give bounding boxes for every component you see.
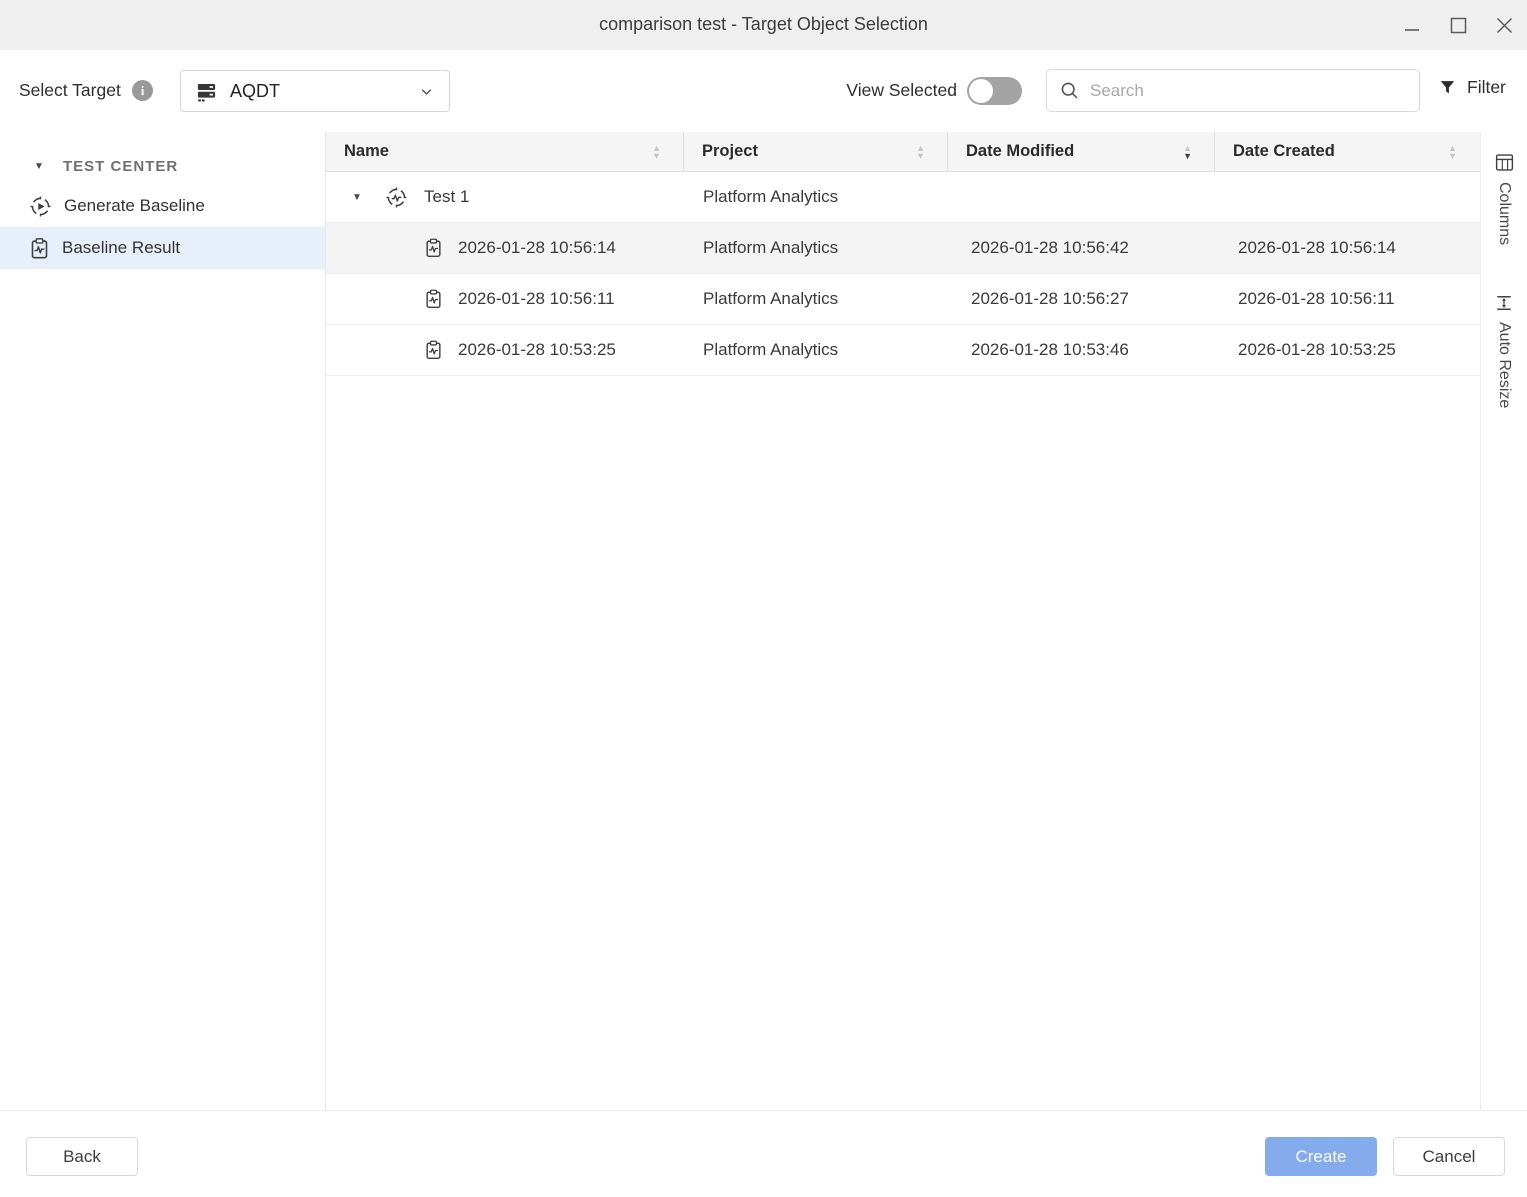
sidebar-item-label: Generate Baseline <box>64 196 205 216</box>
cell-date-modified: 2026-01-28 10:56:42 <box>948 223 1215 273</box>
window-title: comparison test - Target Object Selectio… <box>0 14 1527 35</box>
filter-button[interactable]: Filter <box>1438 77 1506 98</box>
cell-project: Platform Analytics <box>684 325 948 375</box>
cell-date-created <box>1215 172 1479 222</box>
cell-project: Platform Analytics <box>684 274 948 324</box>
footer-bar: Back Create Cancel <box>0 1111 1527 1197</box>
chevron-down-icon <box>418 83 435 100</box>
auto-resize-button[interactable]: Auto Resize <box>1481 293 1527 408</box>
window-controls <box>1401 0 1515 50</box>
table-row[interactable]: 2026-01-28 10:56:11 Platform Analytics 2… <box>326 274 1480 325</box>
auto-resize-label: Auto Resize <box>1495 322 1513 408</box>
cell-date-created: 2026-01-28 10:56:11 <box>1215 274 1479 324</box>
baseline-result-icon <box>424 237 443 259</box>
columns-label: Columns <box>1495 182 1513 245</box>
column-header-date-modified[interactable]: Date Modified ▲▼ <box>948 132 1215 171</box>
title-bar: comparison test - Target Object Selectio… <box>0 0 1527 50</box>
cancel-button[interactable]: Cancel <box>1393 1137 1505 1176</box>
column-label: Name <box>344 142 389 161</box>
baseline-result-icon <box>424 288 443 310</box>
tree-root-label: TEST CENTER <box>63 158 178 175</box>
table-tools-strip: Columns Auto Resize <box>1480 132 1527 1110</box>
filter-icon <box>1438 78 1457 97</box>
auto-resize-icon <box>1494 293 1514 313</box>
info-icon[interactable]: i <box>132 80 153 101</box>
sidebar-item-test-center[interactable]: ▼ TEST CENTER <box>0 148 325 185</box>
search-icon <box>1059 80 1080 101</box>
cell-date-created: 2026-01-28 10:56:14 <box>1215 223 1479 273</box>
close-icon[interactable] <box>1493 14 1515 36</box>
server-stack-icon <box>195 80 218 103</box>
sidebar-item-baseline-result[interactable]: Baseline Result <box>0 227 325 269</box>
table-row[interactable]: 2026-01-28 10:56:14 Platform Analytics 2… <box>326 223 1480 274</box>
baseline-result-icon <box>29 237 50 260</box>
table-header: Name ▲▼ Project ▲▼ Date Modified ▲▼ Date… <box>326 132 1480 172</box>
column-header-project[interactable]: Project ▲▼ <box>684 132 948 171</box>
search-input[interactable] <box>1090 81 1390 101</box>
table-row[interactable]: 2026-01-28 10:53:25 Platform Analytics 2… <box>326 325 1480 376</box>
filter-label: Filter <box>1467 77 1506 98</box>
columns-button[interactable]: Columns <box>1481 152 1527 245</box>
expand-caret-icon[interactable]: ▼ <box>352 192 366 203</box>
caret-down-icon[interactable]: ▼ <box>34 161 48 172</box>
sidebar-item-generate-baseline[interactable]: Generate Baseline <box>0 185 325 227</box>
cell-project: Platform Analytics <box>684 172 948 222</box>
results-table: Name ▲▼ Project ▲▼ Date Modified ▲▼ Date… <box>326 132 1480 1110</box>
column-header-name[interactable]: Name ▲▼ <box>326 132 684 171</box>
cell-name: Test 1 <box>424 187 469 207</box>
column-label: Date Modified <box>966 142 1074 161</box>
minimize-icon[interactable] <box>1401 14 1423 36</box>
table-group-row[interactable]: ▼ Test 1 Platform Analytics <box>326 172 1480 223</box>
cell-name: 2026-01-28 10:56:14 <box>458 238 616 258</box>
cell-project: Platform Analytics <box>684 223 948 273</box>
back-button[interactable]: Back <box>26 1137 138 1176</box>
columns-icon <box>1494 152 1515 173</box>
sidebar-item-label: Baseline Result <box>62 238 180 258</box>
toggle-knob <box>969 79 993 103</box>
cell-date-modified <box>948 172 1215 222</box>
cell-name: 2026-01-28 10:56:11 <box>458 289 615 309</box>
cell-date-modified: 2026-01-28 10:56:27 <box>948 274 1215 324</box>
baseline-result-icon <box>424 339 443 361</box>
select-target-label: Select Target <box>19 80 121 101</box>
view-selected-label: View Selected <box>846 80 957 101</box>
test-target-icon <box>385 186 408 209</box>
view-selected-toggle[interactable] <box>967 77 1022 105</box>
content-area: ▼ TEST CENTER Generate Baseline <box>0 132 1527 1111</box>
create-button[interactable]: Create <box>1265 1137 1377 1176</box>
column-label: Date Created <box>1233 142 1335 161</box>
column-header-date-created[interactable]: Date Created ▲▼ <box>1215 132 1479 171</box>
target-dropdown[interactable]: AQDT <box>180 70 450 112</box>
cell-date-created: 2026-01-28 10:53:25 <box>1215 325 1479 375</box>
generate-baseline-icon <box>29 195 52 218</box>
target-dropdown-value: AQDT <box>230 81 280 102</box>
column-label: Project <box>702 142 758 161</box>
cell-name: 2026-01-28 10:53:25 <box>458 340 616 360</box>
dialog-window: comparison test - Target Object Selectio… <box>0 0 1527 1197</box>
sort-icon: ▲▼ <box>916 144 933 160</box>
sort-icon: ▲▼ <box>652 144 669 160</box>
sidebar: ▼ TEST CENTER Generate Baseline <box>0 132 326 1110</box>
search-box <box>1046 69 1420 112</box>
toolbar: Select Target i AQDT View Selected <box>0 50 1527 132</box>
sort-desc-icon: ▲▼ <box>1183 144 1200 160</box>
maximize-icon[interactable] <box>1447 14 1469 36</box>
cell-date-modified: 2026-01-28 10:53:46 <box>948 325 1215 375</box>
sort-icon: ▲▼ <box>1448 144 1465 160</box>
